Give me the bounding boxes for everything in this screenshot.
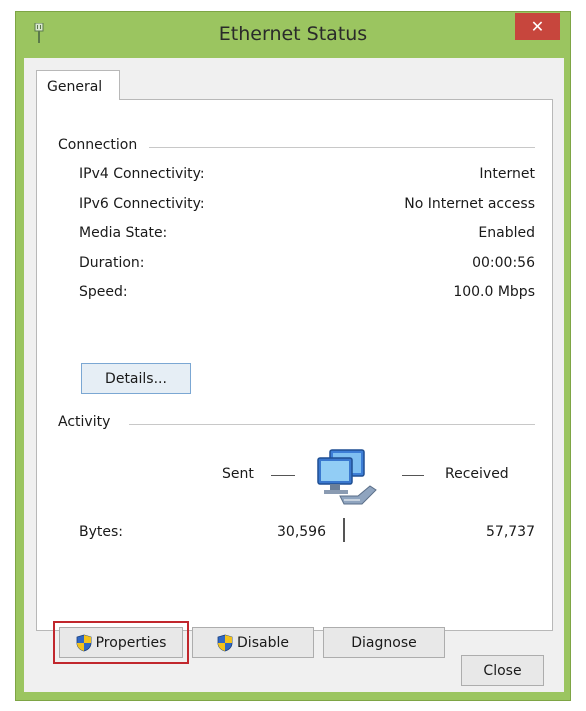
activity-divider: [129, 424, 535, 425]
duration-value: 00:00:56: [472, 255, 535, 271]
speed-value: 100.0 Mbps: [453, 284, 535, 300]
media-state-value: Enabled: [478, 225, 535, 241]
media-state-label: Media State:: [79, 225, 168, 241]
properties-label: Properties: [95, 634, 167, 651]
general-panel: Connection IPv4 Connectivity: Internet I…: [36, 99, 553, 664]
ipv4-label: IPv4 Connectivity:: [79, 166, 205, 182]
close-button[interactable]: Close: [461, 655, 544, 686]
ipv4-value: Internet: [479, 166, 535, 182]
window-client-area: General Connection IPv4 Connectivity: In…: [24, 58, 564, 692]
bytes-label: Bytes:: [79, 524, 124, 540]
title-bar[interactable]: Ethernet Status ✕: [16, 12, 570, 58]
received-label: Received: [445, 466, 509, 482]
close-window-button[interactable]: ✕: [515, 13, 560, 40]
ipv6-label: IPv6 Connectivity:: [79, 196, 205, 212]
bytes-received-value: 57,737: [486, 524, 535, 540]
ethernet-status-window: Ethernet Status ✕ General Connection IPv…: [15, 11, 571, 701]
disable-label: Disable: [237, 634, 289, 651]
tab-general[interactable]: General: [36, 70, 120, 100]
bytes-sent-value: 30,596: [277, 524, 326, 540]
uac-shield-icon: [76, 634, 92, 651]
network-computers-icon: [317, 449, 377, 505]
speed-label: Speed:: [79, 284, 128, 300]
duration-label: Duration:: [79, 255, 145, 271]
diagnose-button[interactable]: Diagnose: [323, 627, 445, 658]
details-button[interactable]: Details...: [81, 363, 191, 394]
properties-button[interactable]: Properties: [59, 627, 183, 658]
close-icon: ✕: [530, 17, 545, 36]
ipv6-value: No Internet access: [404, 196, 535, 212]
sent-label: Sent: [222, 466, 254, 482]
connection-divider: [149, 147, 535, 148]
activity-separator: [343, 518, 345, 542]
window-title: Ethernet Status: [218, 23, 368, 45]
activity-heading: Activity: [58, 414, 111, 430]
uac-shield-icon: [217, 634, 233, 651]
received-dash: [402, 475, 424, 476]
connection-heading: Connection: [58, 137, 138, 153]
sent-dash: [271, 475, 295, 476]
disable-button[interactable]: Disable: [192, 627, 314, 658]
